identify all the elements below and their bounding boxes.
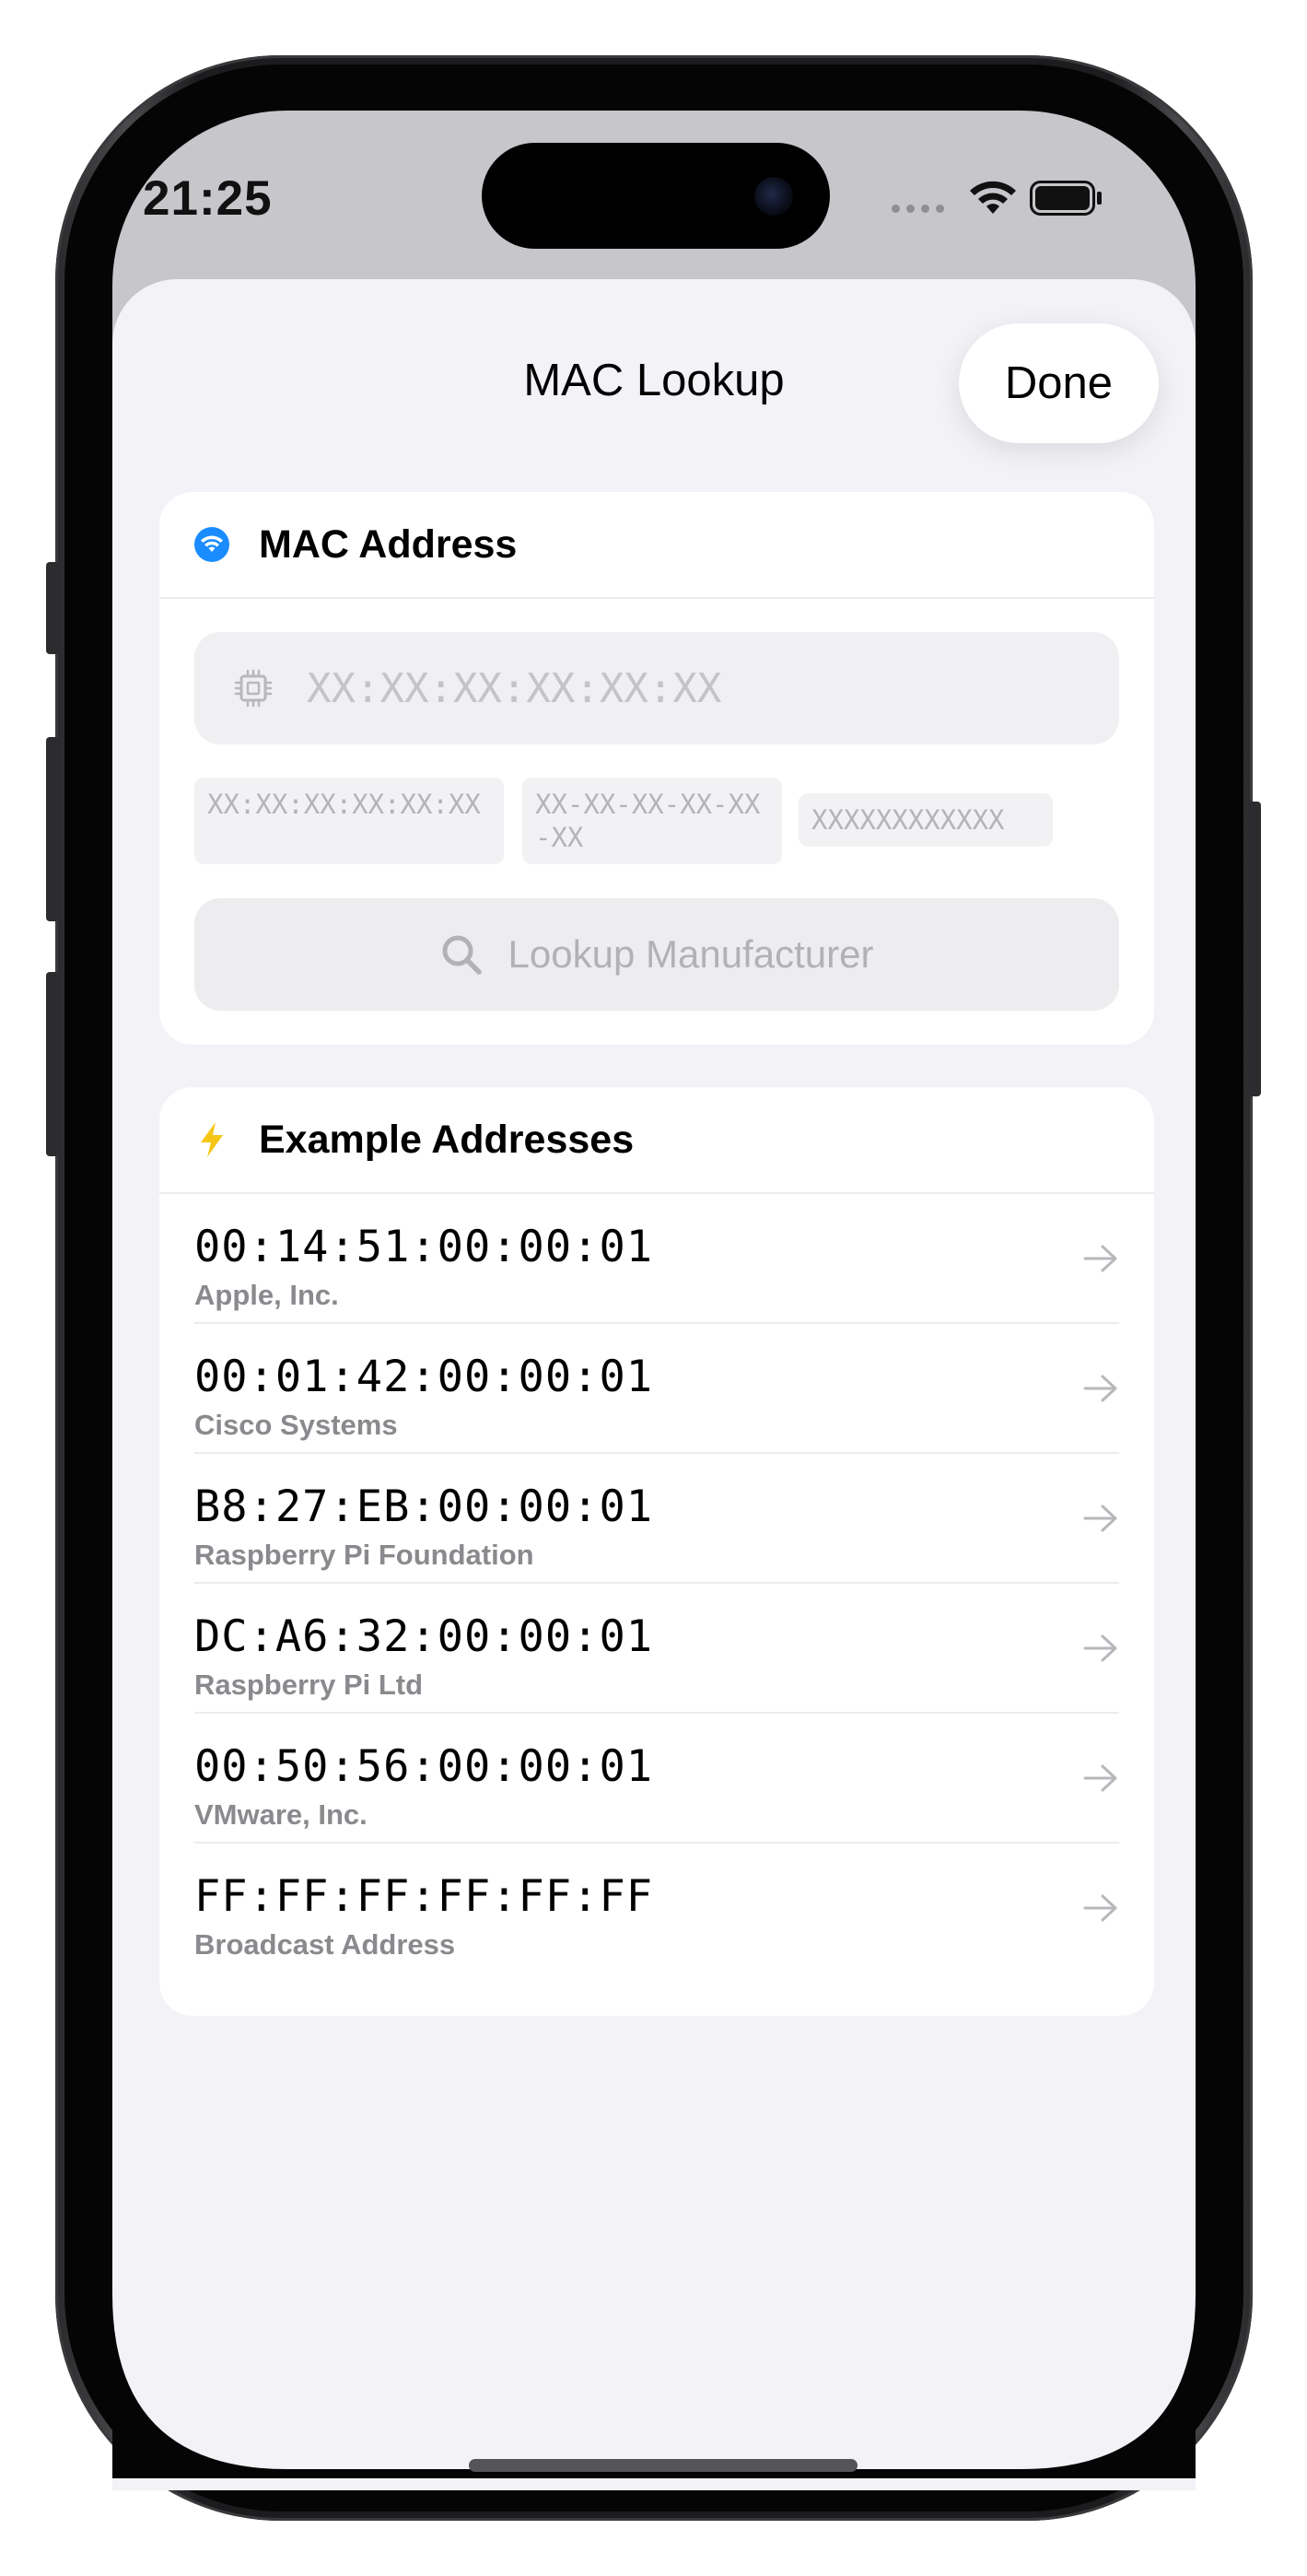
arrow-right-icon bbox=[1083, 1245, 1117, 1272]
example-addresses-header: Example Addresses bbox=[159, 1087, 1154, 1194]
example-mac: 00:14:51:00:00:01 bbox=[194, 1222, 654, 1272]
arrow-right-icon bbox=[1083, 1634, 1117, 1662]
wifi-circle-icon bbox=[194, 527, 229, 562]
power-button bbox=[1248, 802, 1261, 1096]
example-mac: 00:01:42:00:00:01 bbox=[194, 1352, 654, 1402]
example-addresses-card: Example Addresses 00:14:51:00:00:01 Appl… bbox=[159, 1087, 1154, 2016]
signal-dots-icon bbox=[892, 205, 944, 213]
arrow-right-icon bbox=[1083, 1375, 1117, 1402]
wifi-icon bbox=[970, 181, 1016, 214]
action-button bbox=[46, 562, 59, 654]
dynamic-island bbox=[482, 143, 830, 249]
format-plain-chip[interactable]: XXXXXXXXXXXX bbox=[799, 793, 1053, 847]
example-row-raspberry-pi-ltd[interactable]: DC:A6:32:00:00:01 Raspberry Pi Ltd bbox=[194, 1584, 1119, 1714]
lookup-button-label: Lookup Manufacturer bbox=[508, 932, 874, 976]
example-mac: B8:27:EB:00:00:01 bbox=[194, 1481, 654, 1532]
mac-address-input[interactable] bbox=[305, 663, 1097, 713]
magnifying-glass-icon bbox=[442, 935, 482, 975]
volume-up-button bbox=[46, 737, 59, 921]
example-row-apple[interactable]: 00:14:51:00:00:01 Apple, Inc. bbox=[194, 1194, 1119, 1324]
example-row-raspberry-pi-foundation[interactable]: B8:27:EB:00:00:01 Raspberry Pi Foundatio… bbox=[194, 1454, 1119, 1584]
chip-icon bbox=[234, 669, 273, 708]
format-dash-chip[interactable]: XX-XX-XX-XX-XX-XX bbox=[522, 778, 782, 864]
volume-down-button bbox=[46, 972, 59, 1156]
arrow-right-icon bbox=[1083, 1764, 1117, 1792]
arrow-right-icon bbox=[1083, 1894, 1117, 1922]
modal-sheet: MAC Lookup Done MAC Address XX:XX:XX:XX:… bbox=[112, 279, 1196, 2490]
mac-address-card: MAC Address XX:XX:XX:XX:XX:XX XX-XX-XX-X… bbox=[159, 492, 1154, 1045]
example-vendor: Raspberry Pi Ltd bbox=[194, 1669, 424, 1701]
arrow-right-icon bbox=[1083, 1505, 1117, 1532]
example-mac: FF:FF:FF:FF:FF:FF bbox=[194, 1871, 654, 1922]
example-vendor: VMware, Inc. bbox=[194, 1798, 368, 1831]
done-button[interactable]: Done bbox=[959, 323, 1159, 443]
example-row-broadcast[interactable]: FF:FF:FF:FF:FF:FF Broadcast Address bbox=[194, 1844, 1119, 1973]
bolt-icon bbox=[194, 1122, 229, 1157]
format-colon-chip[interactable]: XX:XX:XX:XX:XX:XX bbox=[194, 778, 504, 864]
mac-address-title: MAC Address bbox=[259, 521, 518, 567]
example-vendor: Broadcast Address bbox=[194, 1928, 456, 1961]
example-mac: DC:A6:32:00:00:01 bbox=[194, 1611, 654, 1662]
status-time: 21:25 bbox=[143, 171, 273, 226]
example-row-cisco[interactable]: 00:01:42:00:00:01 Cisco Systems bbox=[194, 1324, 1119, 1454]
example-row-vmware[interactable]: 00:50:56:00:00:01 VMware, Inc. bbox=[194, 1714, 1119, 1844]
example-addresses-title: Example Addresses bbox=[259, 1117, 635, 1162]
example-vendor: Cisco Systems bbox=[194, 1409, 398, 1441]
battery-icon bbox=[1030, 181, 1102, 216]
front-camera-icon bbox=[754, 177, 793, 216]
mac-address-header: MAC Address bbox=[159, 492, 1154, 599]
home-indicator[interactable] bbox=[469, 2459, 858, 2472]
lookup-manufacturer-button[interactable]: Lookup Manufacturer bbox=[194, 898, 1119, 1011]
example-vendor: Raspberry Pi Foundation bbox=[194, 1539, 534, 1571]
mac-address-field[interactable] bbox=[194, 632, 1119, 744]
example-vendor: Apple, Inc. bbox=[194, 1279, 339, 1311]
example-mac: 00:50:56:00:00:01 bbox=[194, 1741, 654, 1792]
